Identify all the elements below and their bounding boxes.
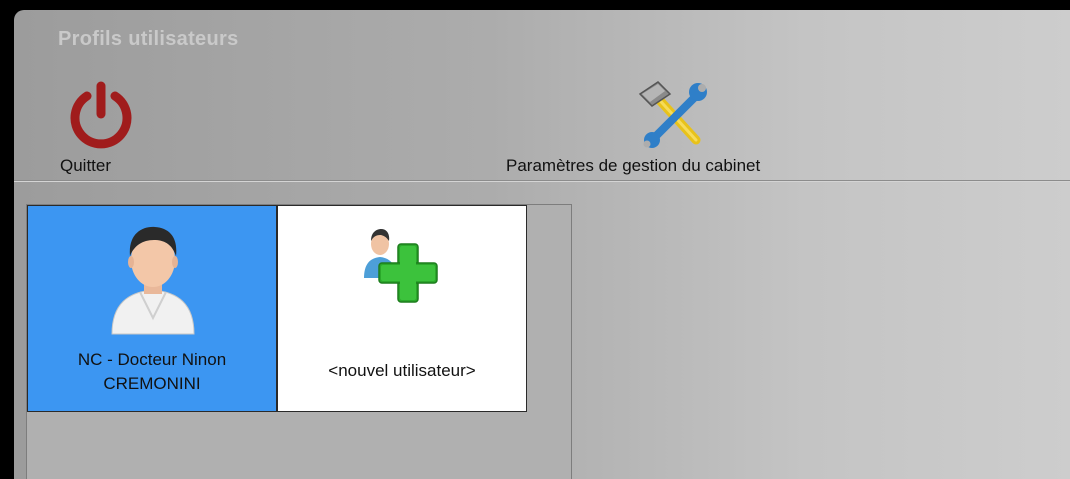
profiles-window: Profils utilisateurs Quitter Paramètres … [14,10,1070,479]
screen-edge-top [0,0,1070,10]
quit-label: Quitter [60,156,112,175]
new-user-tile[interactable]: <nouvel utilisateur> [277,205,527,412]
add-user-icon [364,229,438,303]
practice-settings-label: Paramètres de gestion du cabinet [506,156,761,175]
profile-name-line1: NC - Docteur Ninon [77,350,227,369]
quit-button[interactable]: Quitter [58,80,138,175]
ribbon-divider [14,180,1070,182]
ribbon-toolbar: Quitter Paramètres de gestion du cabinet [14,72,1070,182]
profile-tile-cremonini[interactable]: NC - Docteur Ninon CREMONINI [27,205,277,412]
screen-edge-left [0,0,14,479]
profile-label: NC - Docteur Ninon CREMONINI [28,348,276,396]
profile-name-line2: CREMONINI [103,374,201,393]
tools-icon [638,81,707,148]
profiles-panel: NC - Docteur Ninon CREMONINI <nouvel uti… [26,204,572,479]
title-bar[interactable]: Profils utilisateurs [14,10,1070,72]
new-user-label: <nouvel utilisateur> [328,361,476,380]
doctor-avatar-icon [111,226,195,335]
power-icon [70,81,132,149]
window-title: Profils utilisateurs [58,28,239,50]
